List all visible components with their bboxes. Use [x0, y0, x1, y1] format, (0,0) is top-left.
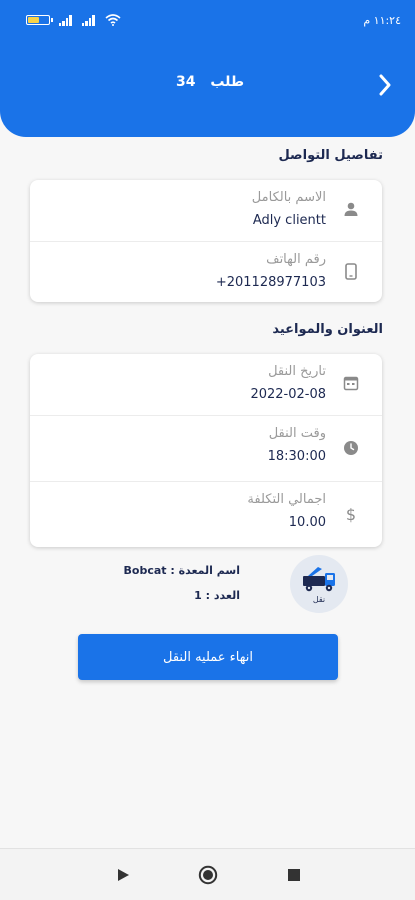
equipment-avatar: نقل	[290, 555, 348, 613]
contact-card: الاسم بالكامل Adly clientt رقم الهاتف +2…	[30, 180, 382, 302]
signal-icon	[82, 14, 96, 26]
date-value: 2022-02-08	[250, 387, 326, 402]
battery-icon	[26, 15, 53, 25]
phone-icon	[342, 262, 360, 280]
nav-back-button[interactable]	[112, 864, 134, 886]
order-number: 34	[175, 74, 196, 90]
battery-level	[28, 17, 40, 23]
schedule-card: تاريخ النقل 2022-02-08 وقت النقل 18:30:0…	[30, 354, 382, 547]
equipment-caption: نقل	[312, 595, 326, 604]
header-bar: ١١:٢٤ م 34 طلب	[0, 0, 415, 137]
dollar-icon: $	[342, 505, 360, 523]
contact-section-title: تفاصيل التواصل	[278, 148, 383, 163]
time-label: وقت النقل	[268, 426, 326, 441]
system-nav-bar	[0, 848, 415, 900]
wifi-icon	[105, 14, 121, 26]
nav-home-button[interactable]	[197, 864, 219, 886]
truck-icon	[303, 567, 335, 592]
time-value: 18:30:00	[267, 449, 326, 464]
time-row: وقت النقل 18:30:00	[30, 415, 382, 481]
cost-value: 10.00	[288, 515, 326, 530]
equipment-name: اسم المعدة : Bobcat	[123, 564, 240, 577]
play-icon	[118, 869, 129, 881]
status-bar: ١١:٢٤ م	[0, 0, 415, 40]
phone-value: +201128977103	[215, 275, 326, 290]
name-label: الاسم بالكامل	[251, 190, 326, 205]
status-icons	[26, 14, 121, 26]
signal-icon	[59, 14, 73, 26]
person-icon	[342, 200, 360, 218]
name-row: الاسم بالكامل Adly clientt	[30, 180, 382, 241]
equipment-count: العدد : 1	[194, 589, 240, 602]
chevron-right-icon	[379, 74, 391, 96]
date-row: تاريخ النقل 2022-02-08	[30, 354, 382, 415]
calendar-icon	[342, 374, 360, 392]
clock-icon	[342, 439, 360, 457]
finish-transport-button[interactable]: انهاء عمليه النقل	[78, 634, 338, 680]
order-title: طلب	[210, 74, 245, 90]
cost-row: $ اجمالي التكلفة 10.00	[30, 481, 382, 547]
phone-label: رقم الهاتف	[266, 252, 326, 267]
name-value: Adly clientt	[252, 213, 326, 228]
date-label: تاريخ النقل	[268, 364, 326, 379]
status-time: ١١:٢٤ م	[363, 13, 401, 27]
svg-text:$: $	[346, 505, 356, 523]
back-button[interactable]	[370, 70, 400, 100]
phone-row: رقم الهاتف +201128977103	[30, 241, 382, 302]
square-icon	[288, 869, 300, 881]
nav-recents-button[interactable]	[283, 864, 305, 886]
schedule-section-title: العنوان والمواعيد	[272, 322, 383, 337]
cost-label: اجمالي التكلفة	[247, 492, 326, 507]
home-circle-icon	[198, 865, 218, 885]
page-title: 34 طلب	[150, 74, 270, 90]
